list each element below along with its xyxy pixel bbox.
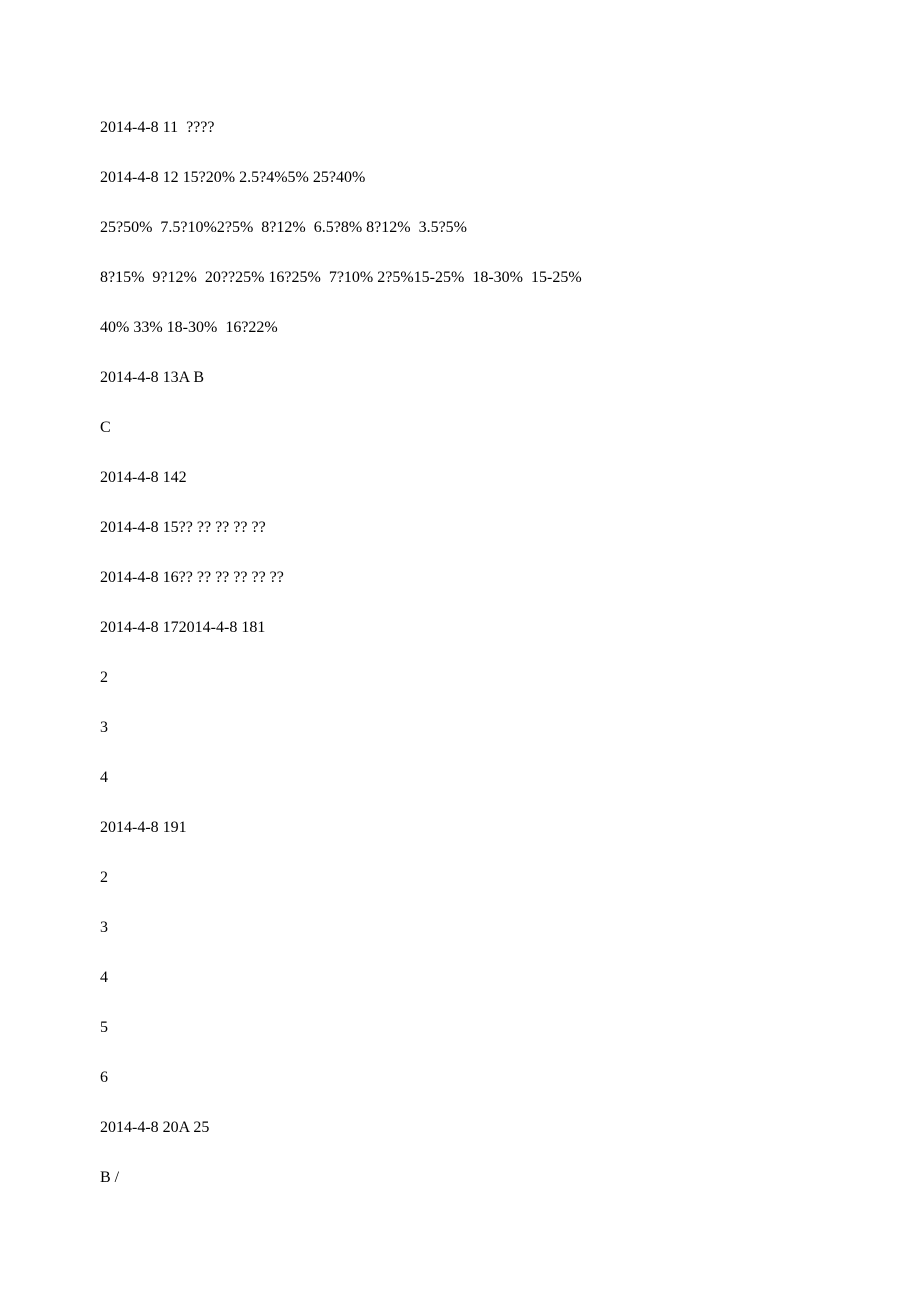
text-line: 2014-4-8 12 15?20% 2.5?4%5% 25?40% <box>100 170 820 186</box>
text-line: 3 <box>100 920 820 936</box>
text-line: 2014-4-8 20A 25 <box>100 1120 820 1136</box>
text-line: B / <box>100 1170 820 1186</box>
text-line: 4 <box>100 970 820 986</box>
text-line: 6 <box>100 1070 820 1086</box>
text-line: 4 <box>100 770 820 786</box>
text-line: 2014-4-8 142 <box>100 470 820 486</box>
text-line: 8?15% 9?12% 20??25% 16?25% 7?10% 2?5%15-… <box>100 270 820 286</box>
text-line: 25?50% 7.5?10%2?5% 8?12% 6.5?8% 8?12% 3.… <box>100 220 820 236</box>
text-line: 2014-4-8 16?? ?? ?? ?? ?? ?? <box>100 570 820 586</box>
text-line: 2 <box>100 870 820 886</box>
text-line: 2 <box>100 670 820 686</box>
text-line: 2014-4-8 11 ???? <box>100 120 820 136</box>
text-line: 2014-4-8 172014-4-8 181 <box>100 620 820 636</box>
text-line: 40% 33% 18-30% 16?22% <box>100 320 820 336</box>
text-line: 5 <box>100 1020 820 1036</box>
text-line: 2014-4-8 191 <box>100 820 820 836</box>
text-line: C <box>100 420 820 436</box>
text-line: 2014-4-8 15?? ?? ?? ?? ?? <box>100 520 820 536</box>
text-line: 3 <box>100 720 820 736</box>
text-line: 2014-4-8 13A B <box>100 370 820 386</box>
document-page: 2014-4-8 11 ???? 2014-4-8 12 15?20% 2.5?… <box>0 0 920 1300</box>
